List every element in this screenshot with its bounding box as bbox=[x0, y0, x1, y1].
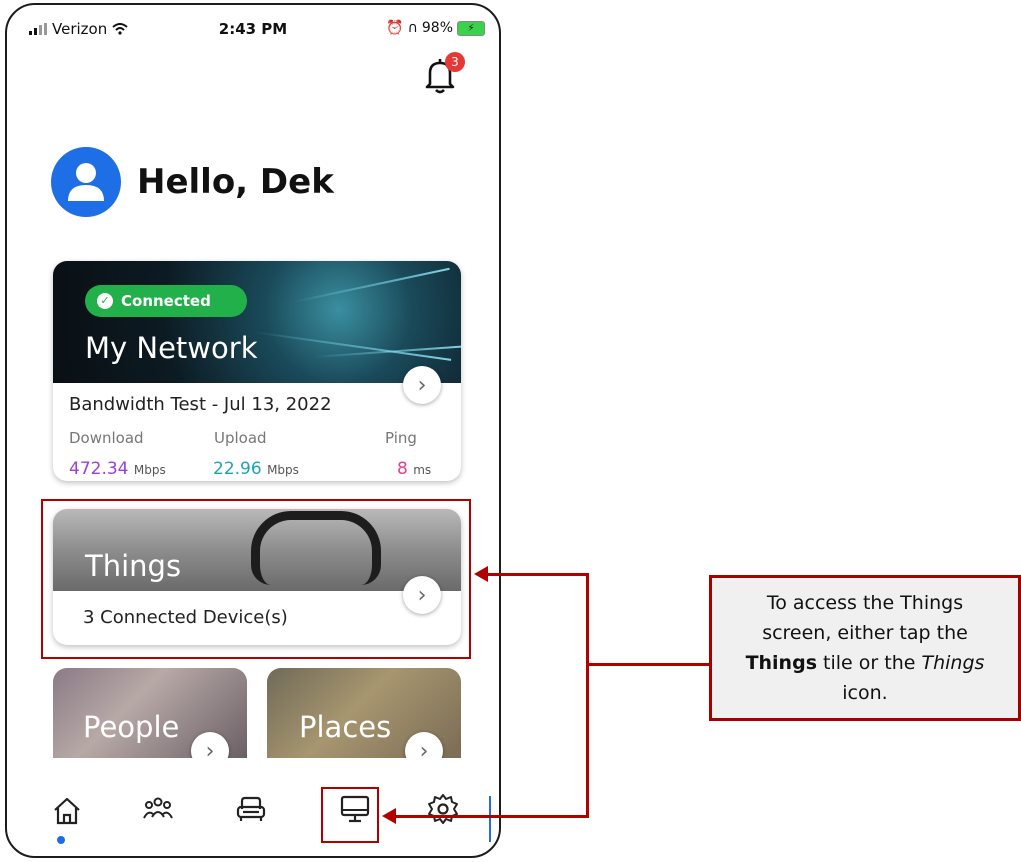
fiber-streak bbox=[292, 267, 450, 303]
active-tab-indicator bbox=[57, 836, 65, 844]
chevron-right-icon: › bbox=[417, 372, 427, 398]
download-value: 472.34 Mbps bbox=[69, 459, 166, 479]
scroll-indicator bbox=[489, 796, 491, 842]
callout-bold: Things bbox=[745, 652, 817, 674]
ping-unit: ms bbox=[413, 463, 432, 477]
chevron-right-icon: › bbox=[419, 738, 429, 759]
places-chevron-button[interactable]: › bbox=[405, 732, 443, 758]
instruction-callout: To access the Things screen, either tap … bbox=[709, 575, 1021, 721]
chevron-right-icon: › bbox=[205, 738, 215, 759]
download-number: 472.34 bbox=[69, 459, 129, 479]
avatar[interactable] bbox=[51, 147, 121, 217]
ping-number: 8 bbox=[397, 459, 408, 479]
fiber-streak bbox=[252, 331, 452, 361]
callout-prefix: To access the Things screen, either tap … bbox=[762, 592, 968, 644]
upload-unit: Mbps bbox=[267, 463, 299, 477]
arrow-to-icon-head bbox=[382, 808, 396, 824]
upload-number: 22.96 bbox=[213, 459, 262, 479]
connected-badge: ✓ Connected bbox=[85, 285, 247, 317]
tab-settings[interactable] bbox=[425, 791, 461, 827]
greeting-text: Hello, Dek bbox=[137, 162, 334, 202]
upload-label: Upload bbox=[214, 429, 267, 447]
greeting-row: Hello, Dek bbox=[51, 147, 334, 217]
arrow-to-callout-line bbox=[586, 663, 710, 666]
status-right: ⏰ ∩ 98% ⚡ bbox=[386, 20, 485, 36]
gear-icon bbox=[428, 794, 458, 824]
notification-bell-button[interactable]: 3 bbox=[423, 52, 465, 95]
ping-label: Ping bbox=[385, 429, 417, 447]
upload-value: 22.96 Mbps bbox=[213, 459, 299, 479]
tab-places[interactable] bbox=[233, 791, 269, 827]
arrow-vertical-line bbox=[586, 573, 589, 817]
sofa-icon bbox=[236, 796, 266, 821]
tab-home[interactable] bbox=[49, 793, 85, 829]
people-card[interactable]: People › bbox=[53, 668, 247, 758]
things-tile-highlight bbox=[41, 499, 471, 659]
headphone-status-icon: ∩ bbox=[407, 20, 418, 36]
people-title: People bbox=[83, 710, 180, 744]
tab-bar bbox=[7, 787, 499, 856]
callout-italic: Things bbox=[921, 652, 985, 674]
places-title: Places bbox=[299, 710, 392, 744]
phone-frame: Verizon 2:43 PM ⏰ ∩ 98% ⚡ 3 Hello, Dek ✓… bbox=[5, 3, 501, 858]
home-icon bbox=[54, 797, 80, 825]
battery-icon: ⚡ bbox=[457, 20, 485, 36]
network-chevron-button[interactable]: › bbox=[403, 366, 441, 404]
connected-label: Connected bbox=[121, 292, 211, 310]
status-bar: Verizon 2:43 PM ⏰ ∩ 98% ⚡ bbox=[7, 5, 499, 49]
network-card[interactable]: ✓ Connected My Network › Bandwidth Test … bbox=[53, 261, 461, 481]
download-label: Download bbox=[69, 429, 144, 447]
things-icon-highlight bbox=[321, 787, 379, 843]
check-icon: ✓ bbox=[97, 293, 113, 309]
alarm-icon: ⏰ bbox=[386, 20, 404, 36]
people-icon bbox=[143, 797, 173, 819]
people-chevron-button[interactable]: › bbox=[191, 732, 229, 758]
arrow-to-tile-line bbox=[488, 573, 588, 576]
callout-text: To access the Things screen, either tap … bbox=[738, 588, 992, 708]
bandwidth-title: Bandwidth Test - Jul 13, 2022 bbox=[69, 394, 332, 415]
network-title: My Network bbox=[85, 331, 258, 365]
arrow-to-icon-line bbox=[394, 815, 589, 818]
download-unit: Mbps bbox=[133, 463, 166, 477]
callout-suffix: icon. bbox=[842, 682, 888, 704]
network-hero-image: ✓ Connected My Network bbox=[53, 261, 461, 383]
tab-people[interactable] bbox=[140, 791, 176, 827]
notification-badge: 3 bbox=[445, 52, 465, 72]
callout-middle: tile or the bbox=[817, 652, 922, 674]
ping-value: 8 ms bbox=[397, 459, 431, 479]
user-icon bbox=[68, 163, 104, 201]
arrow-to-tile-head bbox=[474, 566, 488, 582]
places-card[interactable]: Places › bbox=[267, 668, 461, 758]
battery-percent: 98% bbox=[421, 20, 453, 36]
